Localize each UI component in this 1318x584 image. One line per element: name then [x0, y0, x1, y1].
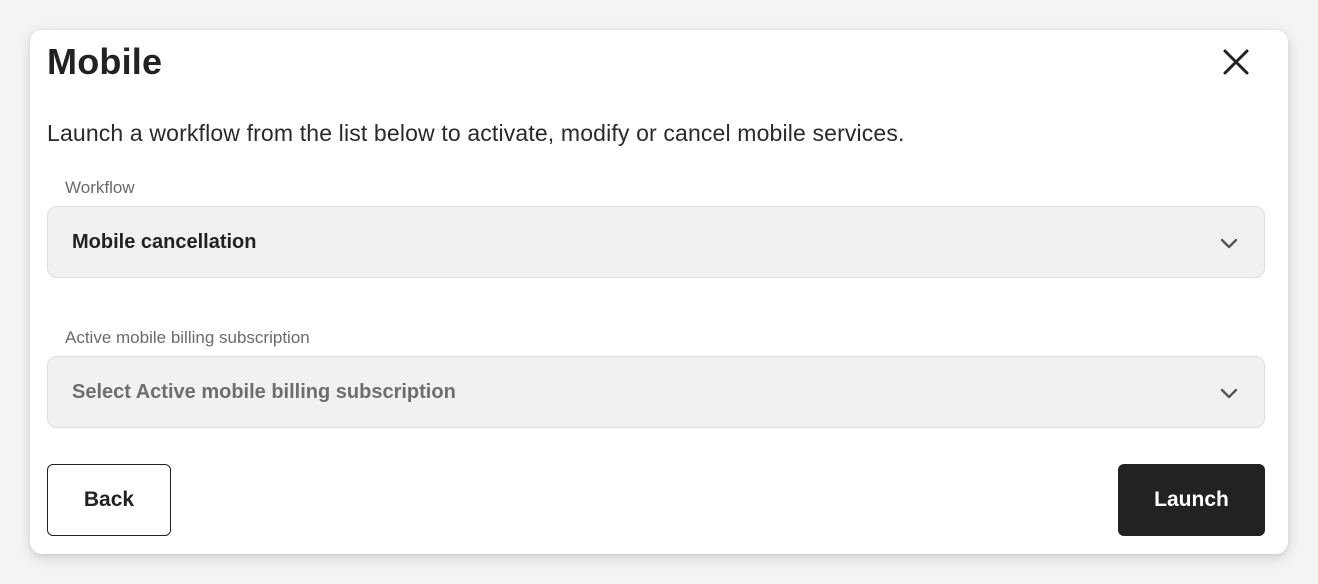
- modal-description: Launch a workflow from the list below to…: [47, 120, 905, 146]
- chevron-down-icon: [1220, 238, 1238, 249]
- launch-button[interactable]: Launch: [1118, 464, 1265, 536]
- workflow-modal: Mobile Launch a workflow from the list b…: [30, 30, 1288, 554]
- subscription-select-placeholder: Select Active mobile billing subscriptio…: [72, 381, 456, 403]
- workflow-select-value: Mobile cancellation: [72, 231, 257, 253]
- back-button[interactable]: Back: [47, 464, 171, 536]
- workflow-select[interactable]: Mobile cancellation: [47, 206, 1265, 278]
- close-button[interactable]: [1218, 44, 1254, 80]
- subscription-label: Active mobile billing subscription: [65, 328, 310, 347]
- modal-title: Mobile: [47, 41, 163, 82]
- subscription-select[interactable]: Select Active mobile billing subscriptio…: [47, 356, 1265, 428]
- close-icon: [1223, 49, 1249, 75]
- chevron-down-icon: [1220, 388, 1238, 399]
- workflow-label: Workflow: [65, 178, 135, 197]
